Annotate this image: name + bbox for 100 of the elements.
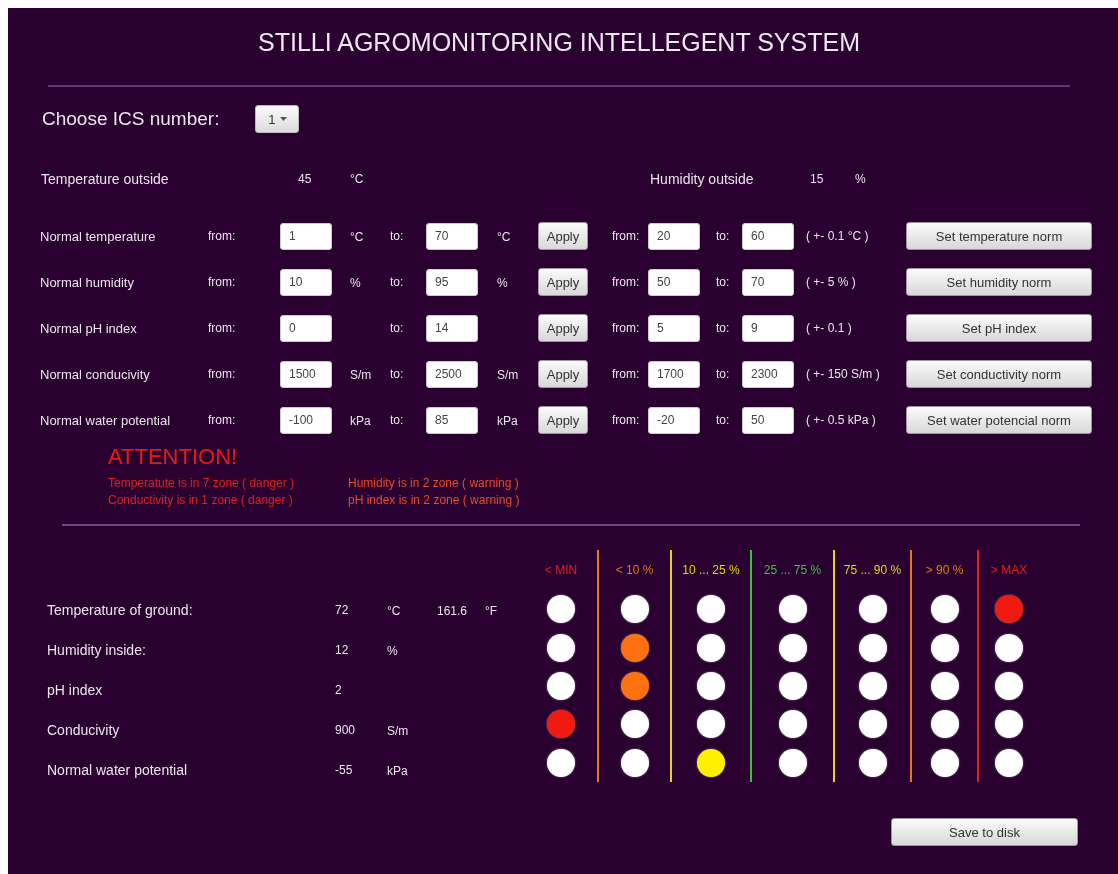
unit-label: % xyxy=(350,275,361,290)
to-field[interactable]: 9 xyxy=(742,314,794,342)
apply-button[interactable]: Apply xyxy=(538,314,588,342)
to-label: to: xyxy=(716,367,731,381)
to-field[interactable]: 14 xyxy=(426,314,478,342)
reading-label: Humidity inside: xyxy=(47,642,147,658)
zone-header: > MAX xyxy=(990,562,1028,579)
zone-header: 10 ... 25 % xyxy=(682,562,740,579)
from-label: from: xyxy=(208,321,237,335)
zone-header: > 90 % xyxy=(925,562,964,579)
from-field[interactable]: -100 xyxy=(280,406,332,434)
from-field[interactable]: 1700 xyxy=(648,360,700,388)
norm-label: Normal humidity xyxy=(40,274,135,290)
from-field[interactable]: 1500 xyxy=(280,360,332,388)
reading-value: 900 xyxy=(335,723,357,737)
from-label: from: xyxy=(208,275,237,289)
unit-label: °C xyxy=(497,229,511,244)
norm-label: Normal temperature xyxy=(40,228,157,244)
reading-value: 72 xyxy=(335,603,350,617)
to-field[interactable]: 2500 xyxy=(426,360,478,388)
reading-unit: °F xyxy=(485,603,498,618)
alert-message: Humidity is in 2 zone ( warning ) xyxy=(348,476,520,490)
to-label: to: xyxy=(716,321,731,335)
from-label: from: xyxy=(612,413,641,427)
from-field[interactable]: 10 xyxy=(280,268,332,296)
unit-label: kPa xyxy=(497,413,518,428)
reading-value: -55 xyxy=(335,763,354,777)
unit-label: °C xyxy=(350,229,364,244)
to-label: to: xyxy=(390,367,405,381)
outside-label: Temperature outside xyxy=(41,171,170,187)
from-label: from: xyxy=(612,367,641,381)
from-field[interactable]: 50 xyxy=(648,268,700,296)
zone-header: 25 ... 75 % xyxy=(763,562,822,579)
to-field[interactable]: 70 xyxy=(426,222,478,250)
unit-label: % xyxy=(497,275,508,290)
to-field[interactable]: 60 xyxy=(742,222,794,250)
app-title: STILLI AGROMONITORING INTELLEGENT SYSTEM xyxy=(257,28,861,57)
from-field[interactable]: 5 xyxy=(648,314,700,342)
alert-message: Temperatute is in 7 zone ( danger ) xyxy=(108,476,296,490)
zone-header: < 10 % xyxy=(615,562,654,579)
apply-button[interactable]: Apply xyxy=(538,360,588,388)
reading-label: Temperature of ground: xyxy=(47,602,194,618)
norm-label: Normal water potential xyxy=(40,412,172,428)
outside-label: Humidity outside xyxy=(650,171,755,187)
from-label: from: xyxy=(612,229,641,243)
reading-label: Normal water potential xyxy=(47,762,189,778)
from-label: from: xyxy=(208,367,237,381)
reading-unit: °C xyxy=(387,603,401,618)
reading-label: Conducivity xyxy=(47,722,121,738)
outside-value: 45 xyxy=(298,172,313,186)
norm-label: Normal conducivity xyxy=(40,366,151,382)
reading-value: 2 xyxy=(335,683,343,697)
to-label: to: xyxy=(390,275,405,289)
to-field[interactable]: 85 xyxy=(426,406,478,434)
from-label: from: xyxy=(612,321,641,335)
zone-header: 75 ... 90 % xyxy=(843,562,902,579)
tolerance-label: ( +- 0.1 °C ) xyxy=(806,229,870,243)
tolerance-label: ( +- 150 S/m ) xyxy=(806,367,881,381)
from-field[interactable]: 20 xyxy=(648,222,700,250)
save-button[interactable]: Save to disk xyxy=(891,818,1078,846)
ics-dropdown[interactable]: 1 xyxy=(255,105,300,133)
to-field[interactable]: 50 xyxy=(742,406,794,434)
ics-label: Choose ICS number: xyxy=(42,108,220,130)
from-field[interactable]: -20 xyxy=(648,406,700,434)
to-field[interactable]: 2300 xyxy=(742,360,794,388)
attention-title: ATTENTION! xyxy=(108,444,239,470)
reading-value: 12 xyxy=(335,643,350,657)
zone-header: < MIN xyxy=(544,562,578,579)
unit-label: S/m xyxy=(350,367,372,382)
to-label: to: xyxy=(716,229,731,243)
norm-label: Normal pH index xyxy=(40,320,138,336)
to-field[interactable]: 70 xyxy=(742,268,794,296)
outside-unit: % xyxy=(855,172,867,186)
to-label: to: xyxy=(390,413,405,427)
set-norm-button[interactable]: Set conductivity norm xyxy=(906,360,1092,388)
from-label: from: xyxy=(208,413,237,427)
outside-value: 15 xyxy=(810,172,825,186)
set-norm-button[interactable]: Set water potencial norm xyxy=(906,406,1092,434)
caret-icon xyxy=(279,117,287,121)
set-norm-button[interactable]: Set humidity norm xyxy=(906,268,1092,296)
outside-unit: °C xyxy=(350,172,365,186)
alert-message: pH index is in 2 zone ( warning ) xyxy=(348,493,521,507)
unit-label: kPa xyxy=(350,413,371,428)
tolerance-label: ( +- 0.1 ) xyxy=(806,321,853,335)
reading-unit: kPa xyxy=(387,763,408,778)
reading-label: pH index xyxy=(47,682,104,698)
tolerance-label: ( +- 5 % ) xyxy=(806,275,857,289)
set-norm-button[interactable]: Set pH index xyxy=(906,314,1092,342)
to-label: to: xyxy=(390,229,405,243)
from-field[interactable]: 0 xyxy=(280,314,332,342)
apply-button[interactable]: Apply xyxy=(538,406,588,434)
tolerance-label: ( +- 0.5 kPa ) xyxy=(806,413,877,427)
to-label: to: xyxy=(716,275,731,289)
from-field[interactable]: 1 xyxy=(280,222,332,250)
reading-unit: S/m xyxy=(387,723,409,738)
to-field[interactable]: 95 xyxy=(426,268,478,296)
apply-button[interactable]: Apply xyxy=(538,222,588,250)
set-norm-button[interactable]: Set temperature norm xyxy=(906,222,1092,250)
to-label: to: xyxy=(390,321,405,335)
apply-button[interactable]: Apply xyxy=(538,268,588,296)
